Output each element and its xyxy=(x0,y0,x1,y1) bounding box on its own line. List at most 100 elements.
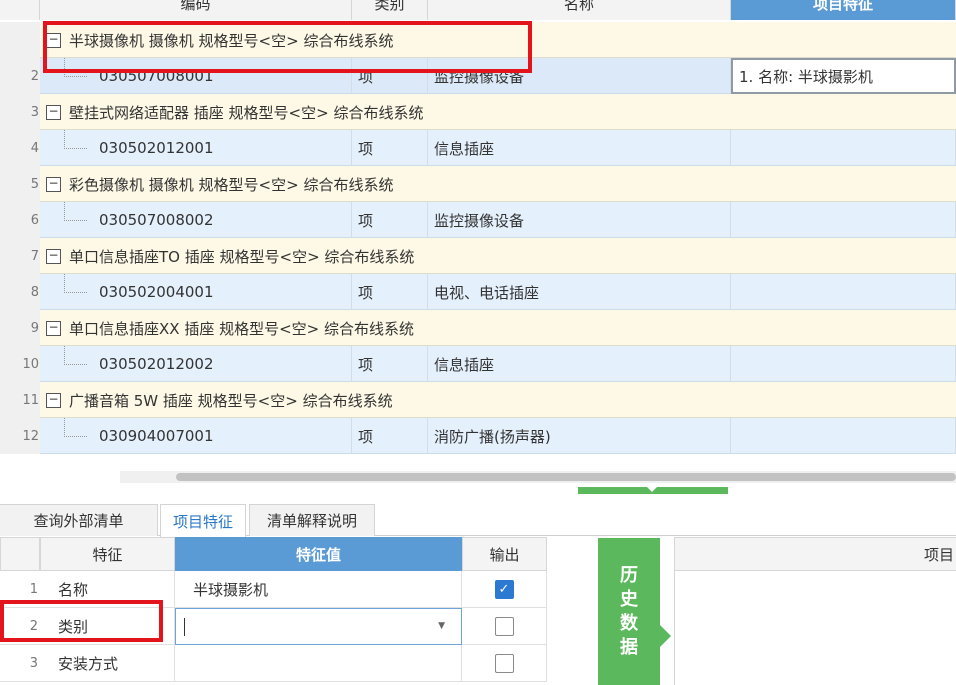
collapse-icon[interactable]: − xyxy=(46,104,61,120)
grid-corner xyxy=(0,0,40,20)
code-cell[interactable]: 030507008002 xyxy=(40,202,352,238)
name-cell-text: 电视、电话插座 xyxy=(434,283,540,302)
feature-grid-corner xyxy=(0,537,40,571)
tree-connector xyxy=(64,418,87,437)
feature-cell[interactable] xyxy=(731,202,956,238)
type-cell[interactable]: 项 xyxy=(352,418,428,454)
checkbox-checked[interactable]: ✓ xyxy=(494,579,514,599)
feature-value-dropdown[interactable]: ▼ xyxy=(175,608,462,645)
table-row[interactable]: 030502004001 项 电视、电话插座 xyxy=(40,274,956,310)
tab-external-list[interactable]: 查询外部清单 xyxy=(0,504,158,536)
row-number[interactable] xyxy=(0,22,40,58)
group-cell: − 单口信息插座TO 插座 规格型号<空> 综合布线系统 xyxy=(40,238,956,274)
row-number[interactable]: 2 xyxy=(0,58,40,94)
group-cell: − 广播音箱 5W 插座 规格型号<空> 综合布线系统 xyxy=(40,382,956,418)
column-header-feature[interactable]: 项目特征 xyxy=(731,0,956,20)
name-cell[interactable]: 监控摄像设备 xyxy=(428,202,731,238)
group-title: 彩色摄像机 摄像机 规格型号<空> 综合布线系统 xyxy=(69,175,394,194)
name-cell[interactable]: 信息插座 xyxy=(428,130,731,166)
right-panel-header[interactable]: 项目 xyxy=(674,537,956,571)
tree-connector xyxy=(64,274,87,293)
code-cell[interactable]: 030502012001 xyxy=(40,130,352,166)
row-number[interactable]: 3 xyxy=(0,94,40,130)
table-row[interactable]: 030507008002 项 监控摄像设备 xyxy=(40,202,956,238)
code-cell[interactable]: 030904007001 xyxy=(40,418,352,454)
group-row[interactable]: − 彩色摄像机 摄像机 规格型号<空> 综合布线系统 xyxy=(40,166,956,202)
feature-header-output[interactable]: 输出 xyxy=(462,537,547,571)
name-cell-text: 监控摄像设备 xyxy=(434,211,525,230)
type-cell[interactable]: 项 xyxy=(352,202,428,238)
group-row[interactable]: − 单口信息插座XX 插座 规格型号<空> 综合布线系统 xyxy=(40,310,956,346)
collapse-icon[interactable]: − xyxy=(46,320,61,336)
chevron-down-icon[interactable]: ▼ xyxy=(438,621,445,631)
group-row[interactable]: − 壁挂式网络适配器 插座 规格型号<空> 综合布线系统 xyxy=(40,94,956,130)
feature-cell[interactable]: 1. 名称: 半球摄影机 xyxy=(731,58,956,94)
name-cell[interactable]: 电视、电话插座 xyxy=(428,274,731,310)
output-checkbox-cell[interactable] xyxy=(462,645,547,682)
row-number[interactable]: 10 xyxy=(0,346,40,382)
row-number[interactable]: 4 xyxy=(0,130,40,166)
table-row[interactable]: 030502012002 项 信息插座 xyxy=(40,346,956,382)
group-title: 广播音箱 5W 插座 规格型号<空> 综合布线系统 xyxy=(69,391,393,410)
feature-value-cell[interactable] xyxy=(175,645,462,682)
feature-cell[interactable] xyxy=(731,346,956,382)
row-number[interactable]: 11 xyxy=(0,382,40,418)
table-row[interactable]: 030502012001 项 信息插座 xyxy=(40,130,956,166)
row-number[interactable]: 9 xyxy=(0,310,40,346)
type-cell[interactable]: 项 xyxy=(352,346,428,382)
feature-name-cell[interactable]: 安装方式 xyxy=(40,645,175,682)
checkbox-unchecked[interactable] xyxy=(494,616,514,636)
feature-header-feature[interactable]: 特征 xyxy=(40,537,175,571)
group-title: 单口信息插座TO 插座 规格型号<空> 综合布线系统 xyxy=(69,247,415,266)
row-number[interactable]: 12 xyxy=(0,418,40,454)
feature-cell[interactable] xyxy=(731,418,956,454)
column-header-code[interactable]: 编码 xyxy=(40,0,352,20)
row-number[interactable]: 8 xyxy=(0,274,40,310)
name-cell[interactable]: 信息插座 xyxy=(428,346,731,382)
highlight-box-category xyxy=(0,600,163,642)
feature-row-number: 3 xyxy=(0,645,40,682)
feature-header-value[interactable]: 特征值 xyxy=(175,537,462,571)
group-row[interactable]: − 单口信息插座TO 插座 规格型号<空> 综合布线系统 xyxy=(40,238,956,274)
code-cell-text: 030502012002 xyxy=(99,355,214,373)
feature-value-cell[interactable]: 半球摄影机 xyxy=(175,571,462,608)
row-number[interactable]: 5 xyxy=(0,166,40,202)
output-checkbox-cell[interactable] xyxy=(462,608,547,645)
feature-cell[interactable] xyxy=(731,274,956,310)
scrollbar-thumb[interactable] xyxy=(176,473,956,481)
name-cell-text: 信息插座 xyxy=(434,139,495,158)
tab-bill-explanation[interactable]: 清单解释说明 xyxy=(249,504,375,536)
column-header-type[interactable]: 类别 xyxy=(352,0,428,20)
row-number[interactable]: 7 xyxy=(0,238,40,274)
column-header-name[interactable]: 名称 xyxy=(428,0,731,20)
code-cell-text: 030502004001 xyxy=(99,283,214,301)
name-cell-text: 信息插座 xyxy=(434,355,495,374)
code-cell[interactable]: 030502012002 xyxy=(40,346,352,382)
group-cell: − 彩色摄像机 摄像机 规格型号<空> 综合布线系统 xyxy=(40,166,956,202)
history-arrow-icon xyxy=(660,625,671,647)
code-cell[interactable]: 030502004001 xyxy=(40,274,352,310)
feature-cell-text: 1. 名称: 半球摄影机 xyxy=(739,67,873,86)
group-row[interactable]: − 广播音箱 5W 插座 规格型号<空> 综合布线系统 xyxy=(40,382,956,418)
history-data-button[interactable]: 历 史 数 据 xyxy=(598,538,660,685)
text-cursor xyxy=(184,617,185,636)
type-cell[interactable]: 项 xyxy=(352,274,428,310)
collapse-icon[interactable]: − xyxy=(46,392,61,408)
type-cell[interactable]: 项 xyxy=(352,130,428,166)
type-cell-text: 项 xyxy=(358,283,374,302)
history-label-char: 历 xyxy=(620,564,638,586)
group-cell: − 单口信息插座XX 插座 规格型号<空> 综合布线系统 xyxy=(40,310,956,346)
row-number[interactable]: 6 xyxy=(0,202,40,238)
tab-item-features[interactable]: 项目特征 xyxy=(160,504,246,537)
feature-cell[interactable] xyxy=(731,130,956,166)
collapse-icon[interactable]: − xyxy=(46,176,61,192)
splitter-arrow-icon xyxy=(647,487,657,492)
name-cell[interactable]: 消防广播(扬声器) xyxy=(428,418,731,454)
output-checkbox-cell[interactable]: ✓ xyxy=(462,571,547,608)
highlight-box-group-row xyxy=(43,21,532,73)
collapse-icon[interactable]: − xyxy=(46,248,61,264)
table-row[interactable]: 030904007001 项 消防广播(扬声器) xyxy=(40,418,956,454)
tree-connector xyxy=(64,202,87,221)
tree-connector xyxy=(64,130,87,149)
checkbox-unchecked[interactable] xyxy=(494,653,514,673)
